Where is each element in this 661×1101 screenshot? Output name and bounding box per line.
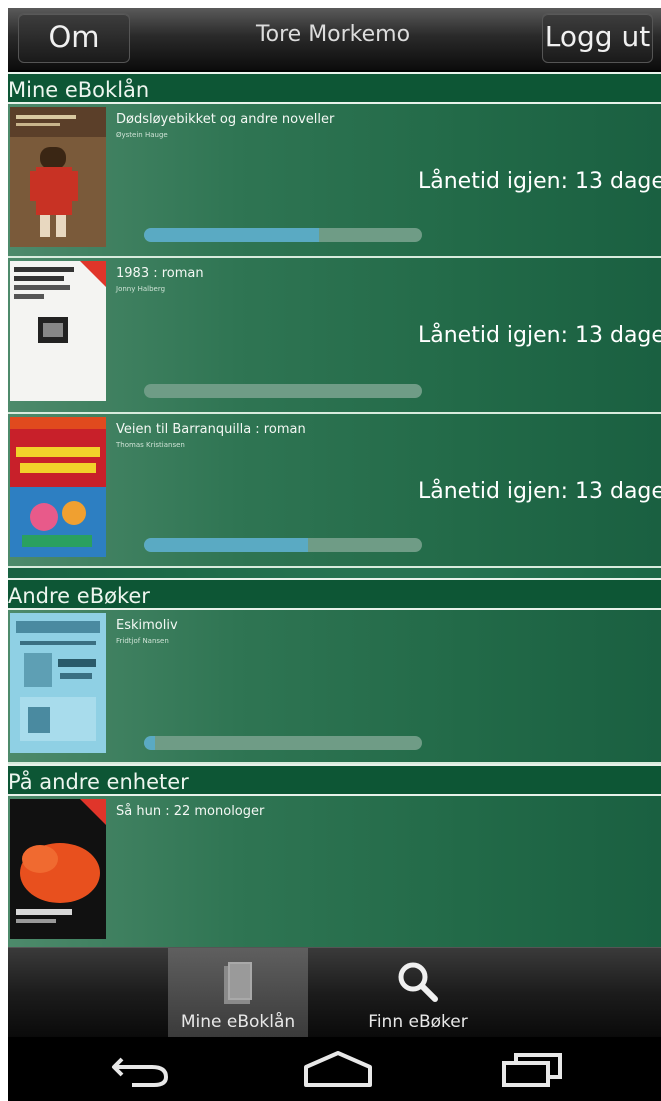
- list-item[interactable]: Dødsløyebikket og andre noveller Øystein…: [8, 104, 661, 258]
- user-name: Tore Morkemo: [255, 22, 411, 47]
- book-cover: [10, 799, 106, 939]
- reading-progress-bar: [144, 736, 422, 750]
- book-cover: [10, 261, 106, 401]
- loan-time-remaining: Lånetid igjen: 13 dage: [418, 169, 661, 194]
- loan-time-remaining: Lånetid igjen: 13 dage: [418, 479, 661, 504]
- list-item[interactable]: 1983 : roman Jonny Halberg Lånetid igjen…: [8, 258, 661, 414]
- loan-time-remaining: Lånetid igjen: 13 dage: [418, 323, 661, 348]
- tab-my-loans[interactable]: Mine eBoklån: [168, 948, 308, 1038]
- reading-progress-bar: [144, 538, 422, 552]
- book-title: 1983 : roman: [116, 266, 204, 281]
- tab-find-books[interactable]: Finn eBøker: [348, 948, 488, 1038]
- section-header-other-devices: På andre enheter: [8, 764, 661, 796]
- app-screen: Om Tore Morkemo Logg ut Mine eBoklån Død…: [8, 8, 661, 1101]
- search-icon: [398, 962, 438, 1002]
- reading-progress-fill: [144, 228, 320, 242]
- book-author: Thomas Kristiansen: [116, 441, 185, 449]
- tab-label: Finn eBøker: [368, 1012, 468, 1032]
- recent-apps-icon[interactable]: [498, 1049, 568, 1089]
- book-title: Veien til Barranquilla : roman: [116, 422, 306, 437]
- book-cover: [10, 417, 106, 557]
- list-item[interactable]: Så hun : 22 monologer: [8, 796, 661, 947]
- logout-button[interactable]: Logg ut: [542, 13, 653, 63]
- book-title: Dødsløyebikket og andre noveller: [116, 112, 335, 127]
- reading-progress-fill: [144, 538, 309, 552]
- book-title: Så hun : 22 monologer: [116, 804, 265, 819]
- book-author: Jonny Halberg: [116, 285, 166, 293]
- book-list[interactable]: Mine eBoklån Dødsløyebikket og andre nov…: [8, 72, 661, 947]
- reading-progress-fill: [144, 736, 156, 750]
- reading-progress-bar: [144, 228, 422, 242]
- bottom-tab-bar: Mine eBoklån Finn eBøker: [8, 947, 661, 1038]
- action-bar: Om Tore Morkemo Logg ut: [8, 8, 661, 72]
- section-title: Andre eBøker: [8, 584, 150, 608]
- reading-progress-bar: [144, 384, 422, 398]
- about-button[interactable]: Om: [18, 13, 130, 63]
- list-item[interactable]: Eskimoliv Fridtjof Nansen: [8, 610, 661, 764]
- book-cover: [10, 107, 106, 247]
- system-navigation-bar: [8, 1037, 661, 1101]
- book-author: Øystein Hauge: [116, 131, 168, 139]
- book-author: Fridtjof Nansen: [116, 637, 169, 645]
- back-icon[interactable]: [108, 1049, 178, 1089]
- book-cover: [10, 613, 106, 753]
- section-header-my-loans: Mine eBoklån: [8, 72, 661, 104]
- book-title: Eskimoliv: [116, 618, 178, 633]
- section-title: Mine eBoklån: [8, 78, 150, 102]
- home-icon[interactable]: [298, 1049, 378, 1089]
- book-icon: [224, 962, 252, 1004]
- tab-label: Mine eBoklån: [180, 1012, 296, 1032]
- section-title: På andre enheter: [8, 770, 189, 794]
- list-item[interactable]: Veien til Barranquilla : roman Thomas Kr…: [8, 414, 661, 568]
- section-header-other-books: Andre eBøker: [8, 578, 661, 610]
